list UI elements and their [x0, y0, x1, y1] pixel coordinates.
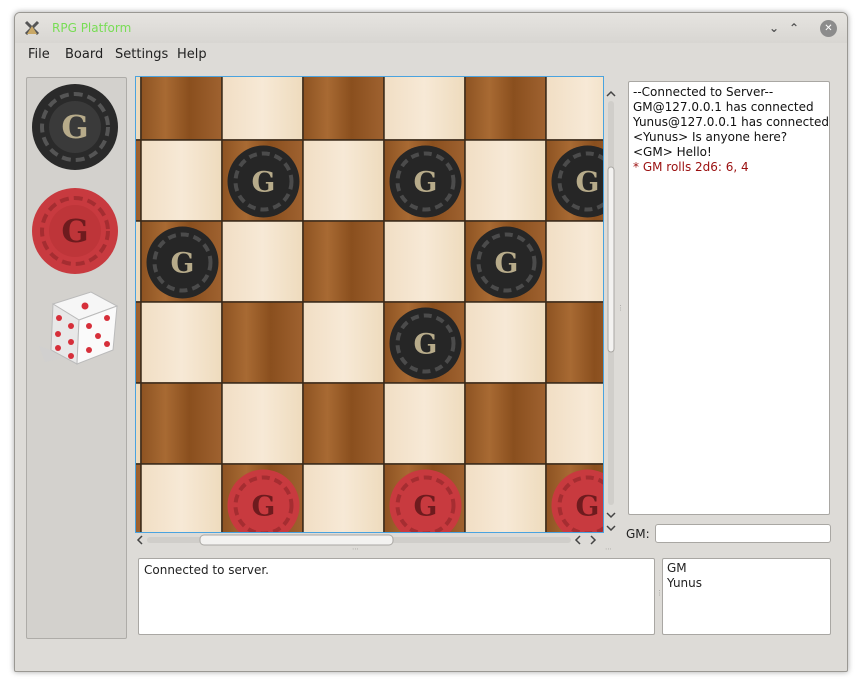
board-square-light[interactable] [545, 220, 604, 303]
scroll-right-icon [590, 535, 597, 545]
svg-text:G: G [414, 166, 438, 199]
chat-line: GM@127.0.0.1 has connected [633, 100, 814, 114]
black-checker-piece[interactable]: G [470, 226, 543, 299]
board-square-light[interactable] [464, 301, 547, 384]
board-square-light[interactable] [302, 301, 385, 384]
checkerboard[interactable]: GGGGGGGGGGGG [135, 76, 604, 533]
app-window: RPG Platform ⌄ ⌃ ✕ File Board Settings H… [14, 12, 848, 672]
board-square-light[interactable] [383, 76, 466, 141]
board-square-light[interactable] [545, 76, 604, 141]
black-checker-piece-icon[interactable]: G [31, 83, 119, 171]
board-square-light[interactable] [135, 220, 142, 303]
board-square-dark[interactable] [302, 76, 385, 141]
chat-line: <Yunus> Is anyone here? [633, 130, 788, 144]
svg-text:G: G [576, 490, 600, 523]
black-checker-piece[interactable]: G [227, 145, 300, 218]
board-square-light[interactable] [383, 382, 466, 465]
board-square-light[interactable] [545, 382, 604, 465]
board-square-dark[interactable] [140, 382, 223, 465]
maximize-icon[interactable]: ⌃ [786, 20, 802, 36]
board-square-light[interactable] [140, 139, 223, 222]
window-title: RPG Platform [52, 21, 132, 35]
black-checker-piece[interactable]: G [146, 226, 219, 299]
menu-settings[interactable]: Settings [115, 47, 168, 62]
status-log[interactable]: Connected to server. [138, 558, 655, 635]
chat-log[interactable]: --Connected to Server-- GM@127.0.0.1 has … [628, 81, 830, 515]
svg-text:G: G [171, 247, 195, 280]
chat-line: --Connected to Server-- [633, 85, 774, 99]
svg-text:G: G [61, 108, 88, 146]
board-square-dark[interactable] [135, 463, 142, 533]
board-square-dark[interactable] [135, 139, 142, 222]
horizontal-scroll-thumb [199, 534, 394, 546]
board-square-light[interactable] [140, 463, 223, 533]
piece-palette: G G [26, 77, 127, 639]
board-square-light[interactable] [221, 220, 304, 303]
board-square-dark[interactable] [545, 301, 604, 384]
chat-input-label: GM: [626, 527, 650, 541]
svg-text:G: G [414, 328, 438, 361]
board-square-light[interactable] [135, 382, 142, 465]
chat-line: * GM rolls 2d6: 6, 4 [633, 160, 749, 174]
close-icon[interactable]: ✕ [820, 20, 837, 37]
board-square-dark[interactable] [464, 76, 547, 141]
game-board[interactable]: GGGGGGGGGGGG [135, 76, 604, 533]
board-square-light[interactable] [302, 139, 385, 222]
splitter-handle[interactable]: ⋯ [605, 546, 612, 553]
user-list[interactable]: GM Yunus [662, 558, 831, 635]
menu-bar: File Board Settings Help [15, 43, 847, 65]
user-list-item[interactable]: GM [667, 561, 826, 576]
chat-input[interactable] [655, 524, 831, 543]
board-square-light[interactable] [221, 76, 304, 141]
svg-text:G: G [252, 166, 276, 199]
splitter-handle[interactable]: ⋯ [352, 546, 359, 553]
menu-board[interactable]: Board [65, 47, 103, 62]
vertical-scroll-thumb [607, 166, 615, 353]
title-bar[interactable]: RPG Platform ⌄ ⌃ ✕ [15, 13, 847, 43]
svg-text:G: G [252, 490, 276, 523]
vertical-scrollbar[interactable] [604, 77, 618, 531]
chat-line: Yunus@127.0.0.1 has connected [633, 115, 829, 129]
chat-line: <GM> Hello! [633, 145, 712, 159]
board-square-light[interactable] [140, 301, 223, 384]
black-checker-piece[interactable]: G [389, 307, 462, 380]
scroll-up-icon [606, 90, 616, 97]
svg-text:G: G [414, 490, 438, 523]
app-x-icon [24, 20, 40, 36]
minimize-icon[interactable]: ⌄ [766, 20, 782, 36]
menu-file[interactable]: File [28, 47, 50, 62]
board-square-light[interactable] [302, 463, 385, 533]
board-square-dark[interactable] [140, 76, 223, 141]
board-square-light[interactable] [464, 139, 547, 222]
board-square-dark[interactable] [464, 382, 547, 465]
red-checker-piece-icon[interactable]: G [31, 187, 119, 275]
board-square-dark[interactable] [302, 382, 385, 465]
scroll-left-icon [574, 535, 581, 545]
status-text: Connected to server. [144, 563, 269, 577]
horizontal-scrollbar[interactable] [135, 532, 605, 548]
user-list-item[interactable]: Yunus [667, 576, 826, 591]
dice-icon[interactable] [31, 288, 119, 376]
splitter-handle[interactable]: ⋮ [617, 305, 624, 312]
board-square-dark[interactable] [135, 301, 142, 384]
scroll-down-icon [606, 512, 616, 519]
board-square-light[interactable] [135, 76, 142, 141]
board-square-light[interactable] [221, 382, 304, 465]
svg-text:G: G [576, 166, 600, 199]
board-square-light[interactable] [383, 220, 466, 303]
board-square-dark[interactable] [302, 220, 385, 303]
black-checker-piece[interactable]: G [389, 145, 462, 218]
board-square-dark[interactable] [221, 301, 304, 384]
board-square-light[interactable] [464, 463, 547, 533]
menu-help[interactable]: Help [177, 47, 207, 62]
svg-text:G: G [495, 247, 519, 280]
svg-text:G: G [61, 212, 88, 250]
